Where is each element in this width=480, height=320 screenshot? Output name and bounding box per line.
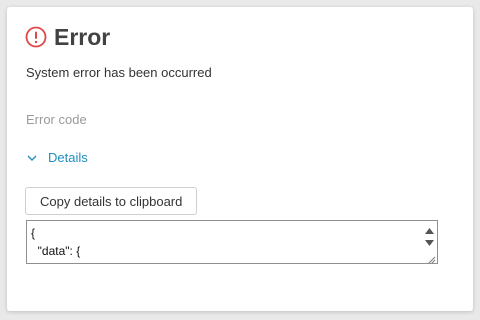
details-content: { "data": { [31, 226, 81, 258]
copy-details-button[interactable]: Copy details to clipboard [25, 187, 198, 215]
error-message: System error has been occurred [26, 65, 212, 80]
details-label: Details [48, 150, 88, 165]
error-dialog: Error System error has been occurred Err… [7, 7, 473, 311]
details-textarea[interactable]: { "data": { [26, 220, 438, 264]
scroll-down-arrow-icon[interactable] [424, 235, 435, 246]
error-circle-icon [25, 26, 47, 48]
error-code-label: Error code [26, 112, 87, 127]
dialog-header: Error [25, 23, 110, 51]
dialog-title: Error [54, 24, 111, 50]
scroll-up-arrow-icon[interactable] [424, 223, 435, 234]
details-toggle[interactable]: Details [26, 150, 88, 165]
chevron-down-icon [26, 152, 38, 164]
resize-grip-icon[interactable] [426, 252, 436, 263]
